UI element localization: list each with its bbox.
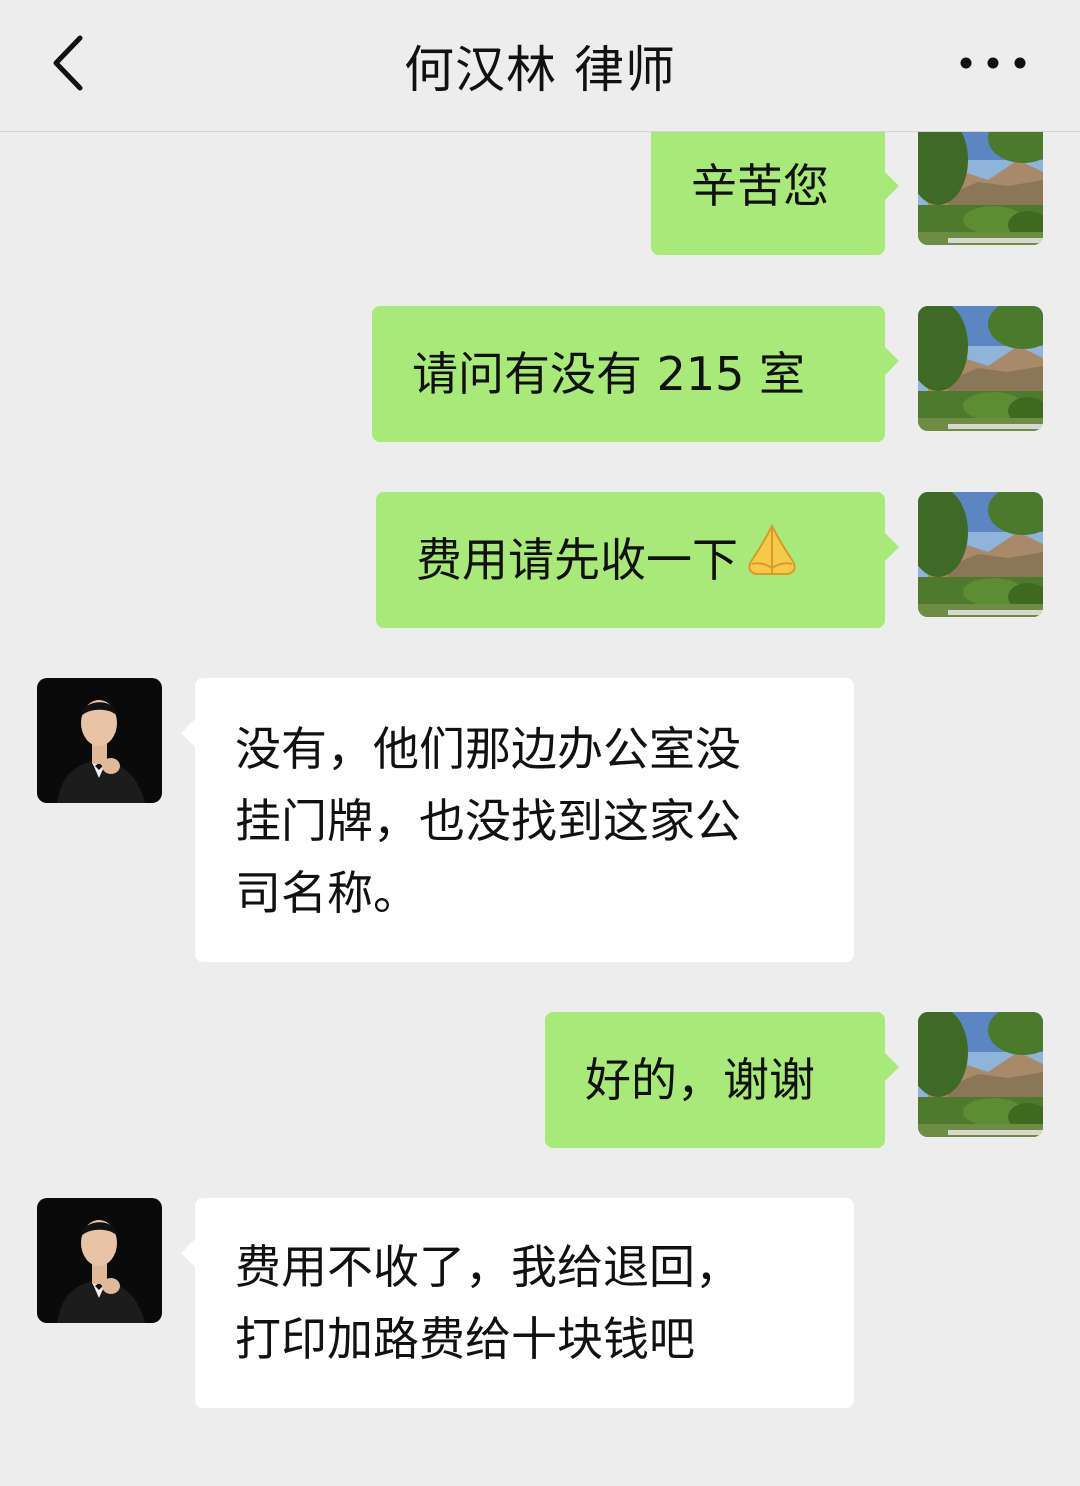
message-text: 好的，谢谢	[585, 1053, 815, 1107]
message-line: 挂门牌，也没找到这家公	[235, 794, 741, 848]
message-bubble[interactable]: 辛苦您	[651, 131, 899, 255]
message-bubble[interactable]: 费用不收了，我给退回， 打印加路费给十块钱吧	[181, 1198, 854, 1408]
message-bubble[interactable]: 费用请先收一下	[376, 492, 899, 628]
message-text: 请问有没有 215 室	[412, 347, 806, 401]
message-text: 费用请先收一下	[416, 533, 738, 587]
message-line: 司名称。	[235, 866, 419, 920]
folded-hands-emoji	[742, 496, 802, 632]
message-line: 没有，他们那边办公室没	[235, 722, 741, 776]
message-bubble[interactable]: 好的，谢谢	[545, 1012, 899, 1148]
message-text: 辛苦您	[691, 159, 829, 213]
chat-header: 何汉林 律师	[0, 0, 1080, 132]
contact-avatar[interactable]	[37, 678, 162, 803]
contact-avatar[interactable]	[37, 1198, 162, 1323]
self-avatar[interactable]	[918, 306, 1043, 431]
chat-title: 何汉林 律师	[404, 41, 676, 99]
message-bubble[interactable]: 请问有没有 215 室	[372, 306, 899, 442]
self-avatar[interactable]	[918, 492, 1043, 617]
self-avatar[interactable]	[918, 131, 1043, 245]
more-dots-icon	[960, 57, 1026, 69]
more-button[interactable]	[958, 46, 1028, 80]
message-bubble[interactable]: 没有，他们那边办公室没 挂门牌，也没找到这家公 司名称。	[181, 678, 854, 962]
message-line: 打印加路费给十块钱吧	[235, 1312, 695, 1366]
self-avatar[interactable]	[918, 1012, 1043, 1137]
message-line: 费用不收了，我给退回，	[235, 1240, 741, 1294]
